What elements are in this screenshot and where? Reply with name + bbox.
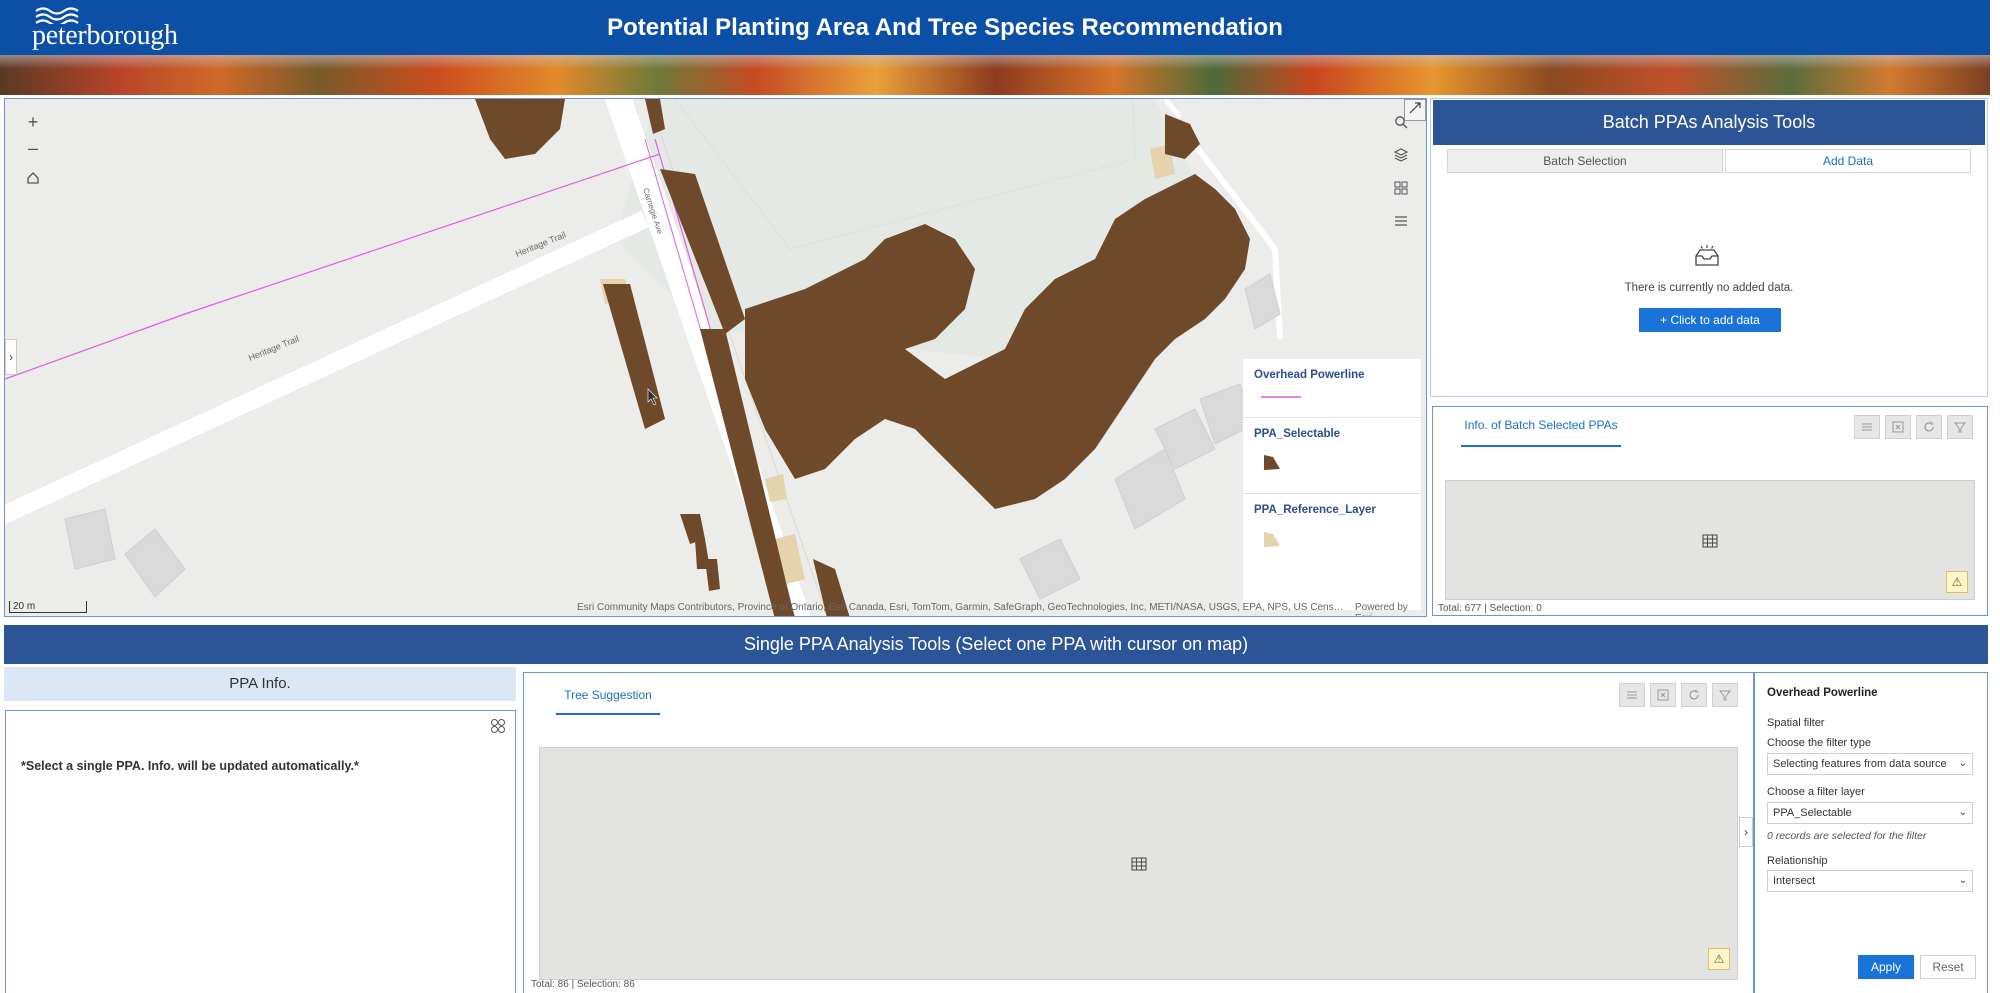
scale-bar: 20 m — [9, 601, 87, 613]
search-icon — [1395, 116, 1408, 129]
filter-button[interactable] — [1947, 415, 1973, 439]
tab-batch-selection[interactable]: Batch Selection — [1447, 149, 1723, 173]
reset-button[interactable]: Reset — [1920, 955, 1976, 979]
legend-item-overhead-powerline: Overhead Powerline — [1243, 359, 1421, 418]
search-button[interactable] — [1386, 107, 1416, 137]
road-label-heritage-trail-2: Heritage Trail — [247, 334, 300, 363]
warning-button[interactable]: ⚠ — [1946, 571, 1968, 593]
spatial-filter-label: Spatial filter — [1767, 717, 1825, 729]
warning-button[interactable]: ⚠ — [1708, 948, 1730, 970]
batch-tabs: Batch Selection Add Data — [1447, 149, 1979, 173]
single-ppa-title: Single PPA Analysis Tools (Select one PP… — [4, 625, 1988, 664]
filter-title: Overhead Powerline — [1767, 687, 1878, 699]
legend-toggle-button[interactable] — [1386, 206, 1416, 236]
app-title: Potential Planting Area And Tree Species… — [607, 14, 1283, 41]
home-button[interactable] — [17, 165, 49, 191]
filter-layer-label: Choose a filter layer — [1767, 786, 1865, 798]
list-check-icon — [1862, 423, 1872, 431]
ppa-selectable-swatch-icon — [1264, 455, 1280, 470]
legend-item-ppa-reference-layer: PPA_Reference_Layer — [1243, 494, 1421, 610]
legend-label: Overhead Powerline — [1254, 369, 1365, 381]
show-selection-button[interactable] — [1619, 683, 1645, 707]
clear-selection-icon — [1657, 689, 1669, 701]
table-icon — [1131, 857, 1147, 871]
ppa-info-message: *Select a single PPA. Info. will be upda… — [21, 759, 359, 773]
grid-view-icon[interactable] — [490, 718, 506, 734]
relationship-value: Intersect — [1773, 875, 1816, 887]
filter-button[interactable] — [1712, 683, 1738, 707]
map-attribution[interactable]: Esri Community Maps Contributors, Provin… — [577, 602, 1347, 613]
add-data-button[interactable]: + Click to add data — [1639, 308, 1781, 332]
powerline-swatch-icon — [1261, 396, 1301, 398]
refresh-button[interactable] — [1916, 415, 1942, 439]
relationship-label: Relationship — [1767, 855, 1828, 867]
filter-type-value: Selecting features from data source — [1773, 758, 1947, 770]
list-check-icon — [1627, 691, 1637, 699]
map-legend: Overhead Powerline PPA_Selectable PPA_Re… — [1243, 359, 1421, 610]
tab-tree-suggestion[interactable]: Tree Suggestion — [556, 685, 660, 715]
powered-by-esri[interactable]: Powered by Esri — [1355, 602, 1426, 616]
batch-panel-title: Batch PPAs Analysis Tools — [1433, 100, 1985, 145]
empty-data-icon — [1695, 245, 1719, 266]
tree-attribute-table[interactable]: ⚠ — [539, 747, 1738, 980]
refresh-icon — [1689, 689, 1699, 700]
legend-item-ppa-selectable: PPA_Selectable — [1243, 418, 1421, 494]
show-selection-button[interactable] — [1854, 415, 1880, 439]
filter-icon — [1953, 422, 1967, 433]
logo-text: peterborough — [32, 20, 178, 51]
filter-layer-value: PPA_Selectable — [1773, 807, 1852, 819]
filter-panel: Overhead Powerline Spatial filter Choose… — [1754, 672, 1988, 993]
banner-sky — [0, 55, 1990, 69]
basemap-gallery-icon — [1394, 181, 1408, 195]
filter-icon — [1718, 690, 1732, 701]
tab-batch-info[interactable]: Info. of Batch Selected PPAs — [1461, 415, 1621, 447]
ppa-info-panel: *Select a single PPA. Info. will be upda… — [5, 710, 516, 993]
warning-icon: ⚠ — [1951, 575, 1963, 589]
basemap-gallery-button[interactable] — [1386, 173, 1416, 203]
ppa-info-title: PPA Info. — [4, 667, 516, 701]
refresh-button[interactable] — [1681, 683, 1707, 707]
clear-selection-icon — [1892, 421, 1904, 433]
batch-totals: Total: 677 | Selection: 0 — [1438, 603, 1542, 614]
app-root: peterborough Potential Planting Area And… — [0, 0, 2000, 993]
batch-attribute-table[interactable]: ⚠ — [1445, 480, 1975, 600]
batch-info-panel: Info. of Batch Selected PPAs ⚠ Total: 67… — [1432, 406, 1988, 616]
layers-icon — [1393, 148, 1409, 162]
tree-suggestion-panel: Tree Suggestion ⚠ Total: 86 | Selection:… — [523, 672, 1754, 993]
header-bar: peterborough Potential Planting Area And… — [0, 0, 1990, 55]
legend-label: PPA_Reference_Layer — [1254, 504, 1376, 516]
map-view[interactable]: Heritage Trail Heritage Trail Carnegie A… — [4, 98, 1427, 617]
peterborough-logo[interactable]: peterborough — [28, 4, 188, 51]
clear-selection-button[interactable] — [1650, 683, 1676, 707]
tree-totals: Total: 86 | Selection: 86 — [531, 979, 635, 990]
table-icon — [1702, 534, 1718, 548]
batch-tools-panel: Batch PPAs Analysis Tools Batch Selectio… — [1430, 98, 1988, 397]
filter-layer-select[interactable]: PPA_Selectable ⌄ — [1767, 802, 1973, 824]
layers-button[interactable] — [1386, 140, 1416, 170]
chevron-down-icon: ⌄ — [1958, 758, 1967, 769]
zoom-out-button[interactable]: – — [17, 135, 49, 161]
apply-button[interactable]: Apply — [1858, 955, 1914, 979]
chevron-down-icon: ⌄ — [1958, 807, 1967, 818]
empty-data-text: There is currently no added data. — [1624, 282, 1794, 294]
legend-label: PPA_Selectable — [1254, 428, 1341, 440]
home-icon — [27, 172, 39, 184]
legend-icon — [1395, 216, 1407, 226]
map-canvas[interactable]: Heritage Trail Heritage Trail Carnegie A… — [5, 99, 1427, 617]
chevron-down-icon: ⌄ — [1958, 875, 1967, 886]
ppa-reference-swatch-icon — [1264, 532, 1280, 547]
relationship-select[interactable]: Intersect ⌄ — [1767, 870, 1973, 892]
panel-collapse-button[interactable]: › — [1739, 817, 1753, 847]
refresh-icon — [1924, 421, 1934, 432]
filter-type-select[interactable]: Selecting features from data source ⌄ — [1767, 753, 1973, 775]
tab-add-data[interactable]: Add Data — [1725, 149, 1971, 173]
warning-icon: ⚠ — [1713, 952, 1725, 966]
filter-type-label: Choose the filter type — [1767, 737, 1871, 749]
records-note: 0 records are selected for the filter — [1767, 830, 1927, 842]
zoom-in-button[interactable]: + — [17, 109, 49, 135]
clear-selection-button[interactable] — [1885, 415, 1911, 439]
map-side-toggle-button[interactable]: › — [5, 339, 17, 375]
